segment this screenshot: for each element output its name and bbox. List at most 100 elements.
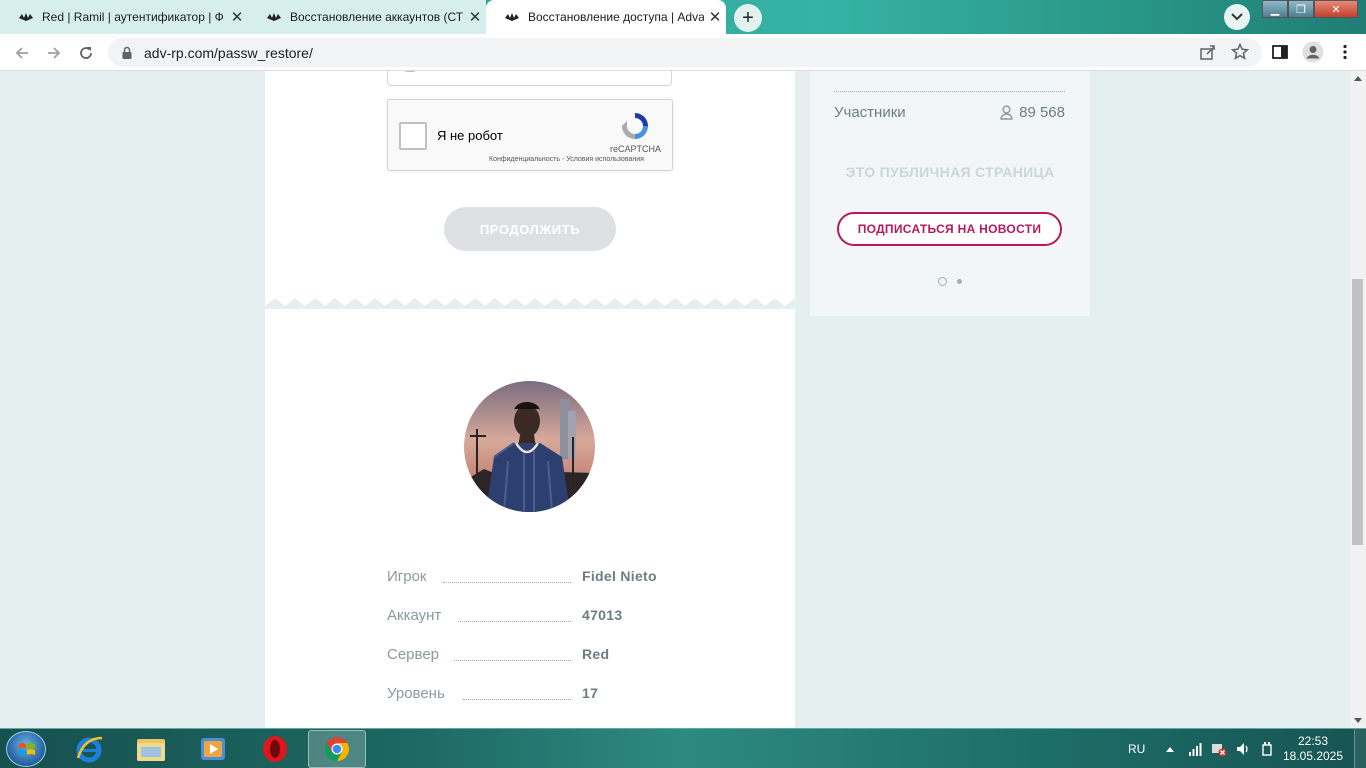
recaptcha-label: Я не робот [437,128,503,143]
subscribe-news-button[interactable]: ПОДПИСАТЬСЯ НА НОВОСТИ [837,212,1062,246]
info-label-server: Сервер [387,646,446,663]
tab-title: Восстановление аккаунтов (СТР [290,10,464,24]
address-bar[interactable]: adv-rp.com/passw_restore/ [108,38,1262,67]
info-row-level: Уровень 17 [387,685,677,707]
taskbar-file-explorer[interactable] [122,730,180,768]
windows-taskbar: RU 22:53 18.05.2025 [0,728,1366,768]
tray-expand-arrow-icon[interactable] [1165,745,1175,753]
tab-close-icon[interactable]: ✕ [464,8,486,26]
reload-icon [80,47,92,59]
tab-search-button[interactable] [1224,4,1250,30]
members-count-value: 89 568 [1019,104,1065,121]
taskbar-opera[interactable] [246,730,304,768]
menu-kebab-icon[interactable] [1336,43,1354,61]
url-path: /passw_restore/ [214,44,313,61]
tab-red-ramil[interactable]: Red | Ramil | аутентификатор | Ф ✕ [0,0,248,34]
info-row-account: Аккаунт 47013 [387,607,677,629]
scroll-up-arrow-icon[interactable] [1354,76,1362,81]
media-player-icon [201,738,225,760]
volume-icon[interactable] [1235,741,1251,757]
lock-icon [122,46,132,59]
start-button[interactable] [6,731,46,767]
info-value-level: 17 [582,685,599,701]
members-label: Участники [834,104,906,121]
windows-logo-icon [19,743,35,755]
info-label-account: Аккаунт [387,607,448,624]
url-text: adv-rp.com/passw_restore/ [144,45,313,61]
public-page-note: ЭТО ПУБЛИЧНАЯ СТРАНИЦА [845,164,1055,180]
scrollbar-thumb[interactable] [1352,279,1363,545]
back-button[interactable] [11,42,33,64]
language-indicator[interactable]: RU [1128,742,1145,756]
recaptcha-terms-link[interactable]: Конфиденциальность - Условия использован… [489,156,644,163]
community-sidebar: Участники 89 568 ЭТО ПУБЛИЧНАЯ СТРАНИЦА … [810,71,1090,316]
internet-explorer-icon [76,736,103,763]
chrome-icon [324,737,350,761]
new-tab-button[interactable]: + [734,4,762,32]
system-clock[interactable]: 22:53 18.05.2025 [1280,734,1346,764]
show-desktop-button[interactable] [1354,729,1366,768]
adv-rp-favicon-icon [19,13,33,21]
power-plug-icon[interactable] [1259,741,1275,757]
partial-input-field[interactable] [387,71,672,86]
clock-time: 22:53 [1297,734,1329,748]
taskbar-media-player[interactable] [184,730,242,768]
recaptcha-logo-icon [622,113,648,139]
dotted-leader [454,660,571,661]
input-field-icon [404,71,416,72]
maximize-button[interactable]: ❐ [1288,0,1314,18]
chevron-down-icon [1231,13,1243,21]
continue-button[interactable]: ПРОДОЛЖИТЬ [444,207,616,251]
clock-date: 18.05.2025 [1282,749,1344,763]
info-row-server: Сервер Red [387,646,677,668]
arrow-left-icon [15,47,28,59]
close-window-button[interactable]: ✕ [1314,0,1358,18]
tab-close-icon[interactable]: ✕ [704,8,726,26]
dotted-separator [834,91,1065,92]
info-value-account: 47013 [582,607,623,623]
restore-form-panel: Я не робот reCAPTCHA Конфиденциальность … [265,71,795,728]
adv-rp-favicon-icon [267,13,281,21]
file-explorer-icon [137,739,165,761]
taskbar-chrome[interactable] [308,730,366,768]
player-avatar [464,381,595,512]
taskbar-internet-explorer[interactable] [60,730,118,768]
side-panel-icon[interactable] [1271,43,1289,61]
reload-button[interactable] [75,42,97,64]
carousel-dot[interactable] [957,279,962,284]
minimize-button[interactable]: ▁ [1262,0,1288,18]
carousel-dot-active[interactable] [938,277,947,286]
recaptcha-checkbox[interactable] [399,122,427,150]
recaptcha-brand: reCAPTCHA [610,144,662,154]
forward-button[interactable] [43,42,65,64]
tab-access-restore[interactable]: Восстановление доступа | Adva ✕ [486,0,726,34]
info-label-level: Уровень [387,685,451,702]
share-icon[interactable] [1199,43,1217,61]
dotted-leader [458,621,571,622]
dotted-leader [443,582,571,583]
tab-title: Red | Ramil | аутентификатор | Ф [42,10,224,24]
profile-avatar-icon[interactable] [1302,41,1324,63]
info-label-player: Игрок [387,568,433,585]
url-host: adv-rp.com [144,44,215,61]
bookmark-star-icon[interactable] [1231,43,1249,61]
opera-icon [263,736,287,762]
signal-bars-icon[interactable] [1189,742,1205,756]
page-viewport: Я не робот reCAPTCHA Конфиденциальность … [0,71,1350,728]
members-count: 89 568 [1000,104,1065,121]
tab-account-recovery[interactable]: Восстановление аккаунтов (СТР ✕ [248,0,486,34]
arrow-right-icon [48,47,61,59]
dotted-leader [463,699,571,700]
info-value-server: Red [582,646,610,662]
network-warning-icon[interactable] [1211,741,1227,757]
user-icon [1000,105,1013,120]
page-scrollbar[interactable] [1350,71,1366,728]
window-controls: ▁ ❐ ✕ [1262,0,1358,18]
scroll-down-arrow-icon[interactable] [1354,718,1362,723]
tab-close-icon[interactable]: ✕ [226,8,248,26]
recaptcha-widget: Я не робот reCAPTCHA Конфиденциальность … [387,99,673,171]
browser-toolbar: adv-rp.com/passw_restore/ [0,34,1366,71]
adv-rp-favicon-icon [505,13,519,21]
system-tray: RU [1120,729,1275,768]
tab-title: Восстановление доступа | Adva [528,10,704,24]
